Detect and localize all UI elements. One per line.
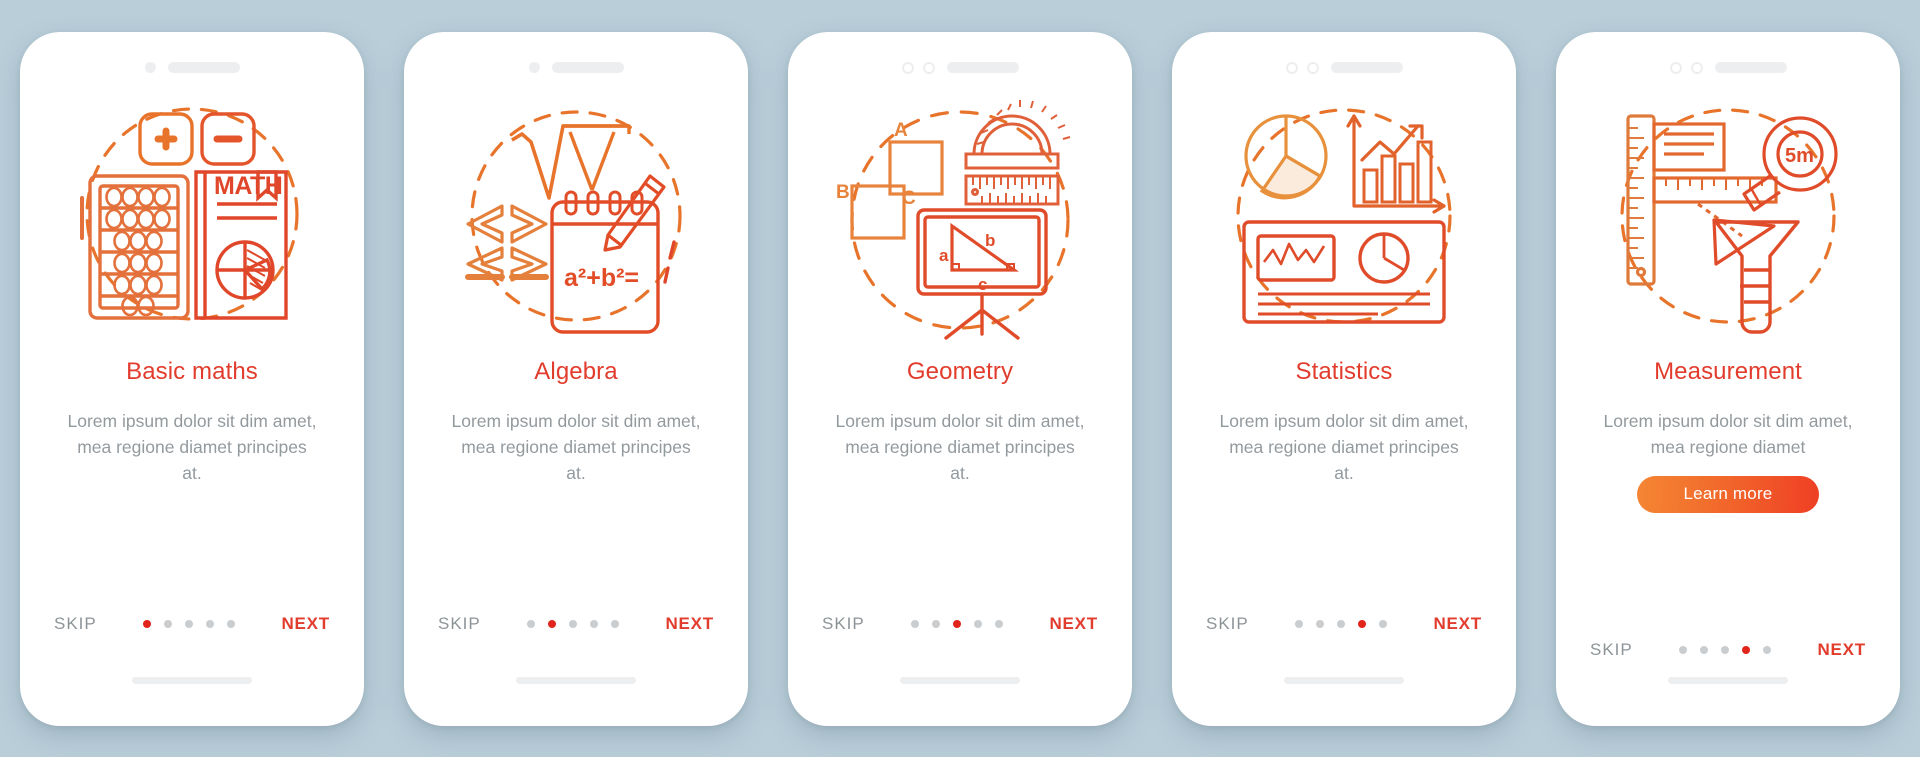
earpiece-speaker	[551, 62, 624, 73]
page-dot-2[interactable]	[164, 619, 173, 628]
page-dot-5[interactable]	[1763, 645, 1772, 654]
onboarding-screen-statistics: Statistics Lorem ipsum dolor sit dim amet…	[1172, 31, 1516, 726]
home-indicator	[1284, 676, 1404, 684]
onboarding-nav: SKIP NEXT	[404, 614, 748, 634]
phone-status-bar	[1172, 32, 1516, 88]
screen-title: Measurement	[1654, 357, 1802, 385]
svg-text:a: a	[939, 246, 949, 265]
earpiece-speaker	[1714, 62, 1787, 73]
page-dot-1[interactable]	[911, 619, 920, 628]
next-button[interactable]: NEXT	[1817, 640, 1866, 660]
camera-ring-icon	[1285, 61, 1298, 74]
onboarding-screen-measurement: 5m Measurement Lorem ipsum dolor sit dim …	[1556, 31, 1900, 726]
skip-button[interactable]: SKIP	[1590, 640, 1633, 660]
page-dot-2[interactable]	[1700, 645, 1709, 654]
earpiece-speaker	[167, 62, 240, 73]
onboarding-screen-basic-maths: MATH Basic maths Lorem ipsum dolor sit di…	[20, 31, 364, 726]
skip-button[interactable]: SKIP	[54, 614, 97, 634]
protractor-ruler-blackboard-triangle-icon: A B C a b c	[836, 99, 1071, 340]
phone-status-bar	[20, 32, 364, 88]
screen-title: Basic maths	[126, 357, 258, 385]
page-indicator	[1295, 619, 1388, 628]
skip-button[interactable]: SKIP	[1206, 614, 1249, 634]
svg-text:A: A	[894, 120, 908, 141]
page-dot-3[interactable]	[185, 619, 194, 628]
camera-ring-icon	[1669, 61, 1682, 74]
page-dot-4[interactable]	[974, 619, 983, 628]
pie-chart-bar-chart-report-icon	[1236, 107, 1452, 324]
ruler-tape-measure-beaker-icon: 5m	[1620, 107, 1838, 334]
camera-dot-icon	[528, 62, 540, 73]
page-dot-4[interactable]	[1742, 645, 1751, 654]
screen-title: Algebra	[534, 357, 618, 385]
onboarding-nav: SKIP NEXT	[20, 614, 364, 634]
camera-ring-icon	[901, 61, 914, 74]
onboarding-nav: SKIP NEXT	[788, 614, 1132, 634]
onboarding-nav: SKIP NEXT	[1172, 614, 1516, 634]
screen-description: Lorem ipsum dolor sit dim amet, mea regi…	[451, 410, 701, 483]
page-dot-2[interactable]	[548, 619, 557, 628]
page-dot-2[interactable]	[932, 619, 941, 628]
skip-button[interactable]: SKIP	[438, 614, 481, 634]
learn-more-button[interactable]: Learn more	[1637, 475, 1819, 513]
screen-description: Lorem ipsum dolor sit dim amet, mea regi…	[67, 410, 317, 483]
page-dot-3[interactable]	[1721, 645, 1730, 654]
svg-text:b: b	[985, 231, 995, 250]
page-dot-1[interactable]	[1295, 619, 1304, 628]
page-dot-4[interactable]	[1358, 619, 1367, 628]
page-dot-2[interactable]	[1316, 619, 1325, 628]
screen-title: Statistics	[1295, 357, 1393, 385]
next-button[interactable]: NEXT	[281, 614, 330, 634]
svg-text:c: c	[978, 275, 987, 294]
page-dot-1[interactable]	[527, 619, 536, 628]
page-indicator	[143, 619, 236, 628]
next-button[interactable]: NEXT	[665, 614, 714, 634]
onboarding-screen-geometry: A B C a b c Geometry Lorem ipsum dolor s…	[788, 31, 1132, 726]
page-dot-5[interactable]	[995, 619, 1004, 628]
page-dot-1[interactable]	[1679, 645, 1688, 654]
onboarding-nav: SKIP NEXT	[1556, 640, 1900, 660]
svg-text:5m: 5m	[1785, 145, 1814, 167]
onboarding-screen-algebra: a²+b²= Algebra Lorem ipsum dolor sit dim …	[404, 31, 748, 726]
screen-description: Lorem ipsum dolor sit dim amet, mea regi…	[1603, 410, 1853, 457]
page-dot-3[interactable]	[953, 619, 962, 628]
sensor-ring-icon	[922, 61, 935, 74]
phone-status-bar	[788, 32, 1132, 88]
next-button[interactable]: NEXT	[1433, 614, 1482, 634]
page-dot-5[interactable]	[227, 619, 236, 628]
phone-status-bar	[1556, 32, 1900, 88]
svg-text:a²+b²=: a²+b²=	[564, 264, 639, 292]
earpiece-speaker	[946, 62, 1019, 73]
home-indicator	[132, 676, 252, 684]
home-indicator	[516, 676, 636, 684]
square-root-notepad-pencil-icon: a²+b²=	[465, 109, 682, 334]
page-dot-4[interactable]	[590, 619, 599, 628]
page-dot-1[interactable]	[143, 619, 152, 628]
screen-description: Lorem ipsum dolor sit dim amet, mea regi…	[835, 410, 1085, 483]
screen-description: Lorem ipsum dolor sit dim amet, mea regi…	[1219, 410, 1469, 483]
onboarding-screens-container: MATH Basic maths Lorem ipsum dolor sit di…	[0, 0, 1920, 757]
earpiece-speaker	[1330, 62, 1403, 73]
sensor-ring-icon	[1306, 61, 1319, 74]
svg-text:C: C	[902, 188, 916, 209]
svg-text:MATH: MATH	[214, 172, 282, 200]
home-indicator	[900, 676, 1020, 684]
svg-text:B: B	[836, 182, 850, 203]
page-dot-4[interactable]	[206, 619, 215, 628]
page-dot-5[interactable]	[1379, 619, 1388, 628]
page-dot-3[interactable]	[569, 619, 578, 628]
next-button[interactable]: NEXT	[1049, 614, 1098, 634]
page-indicator	[527, 619, 620, 628]
page-indicator	[1679, 645, 1772, 654]
abacus-math-book-plus-minus-icon: MATH	[80, 106, 299, 321]
page-dot-5[interactable]	[611, 619, 620, 628]
phone-status-bar	[404, 32, 748, 88]
home-indicator	[1668, 676, 1788, 684]
page-dot-3[interactable]	[1337, 619, 1346, 628]
page-indicator	[911, 619, 1004, 628]
skip-button[interactable]: SKIP	[822, 614, 865, 634]
screen-title: Geometry	[906, 357, 1014, 385]
camera-dot-icon	[144, 62, 156, 73]
sensor-ring-icon	[1690, 61, 1703, 74]
